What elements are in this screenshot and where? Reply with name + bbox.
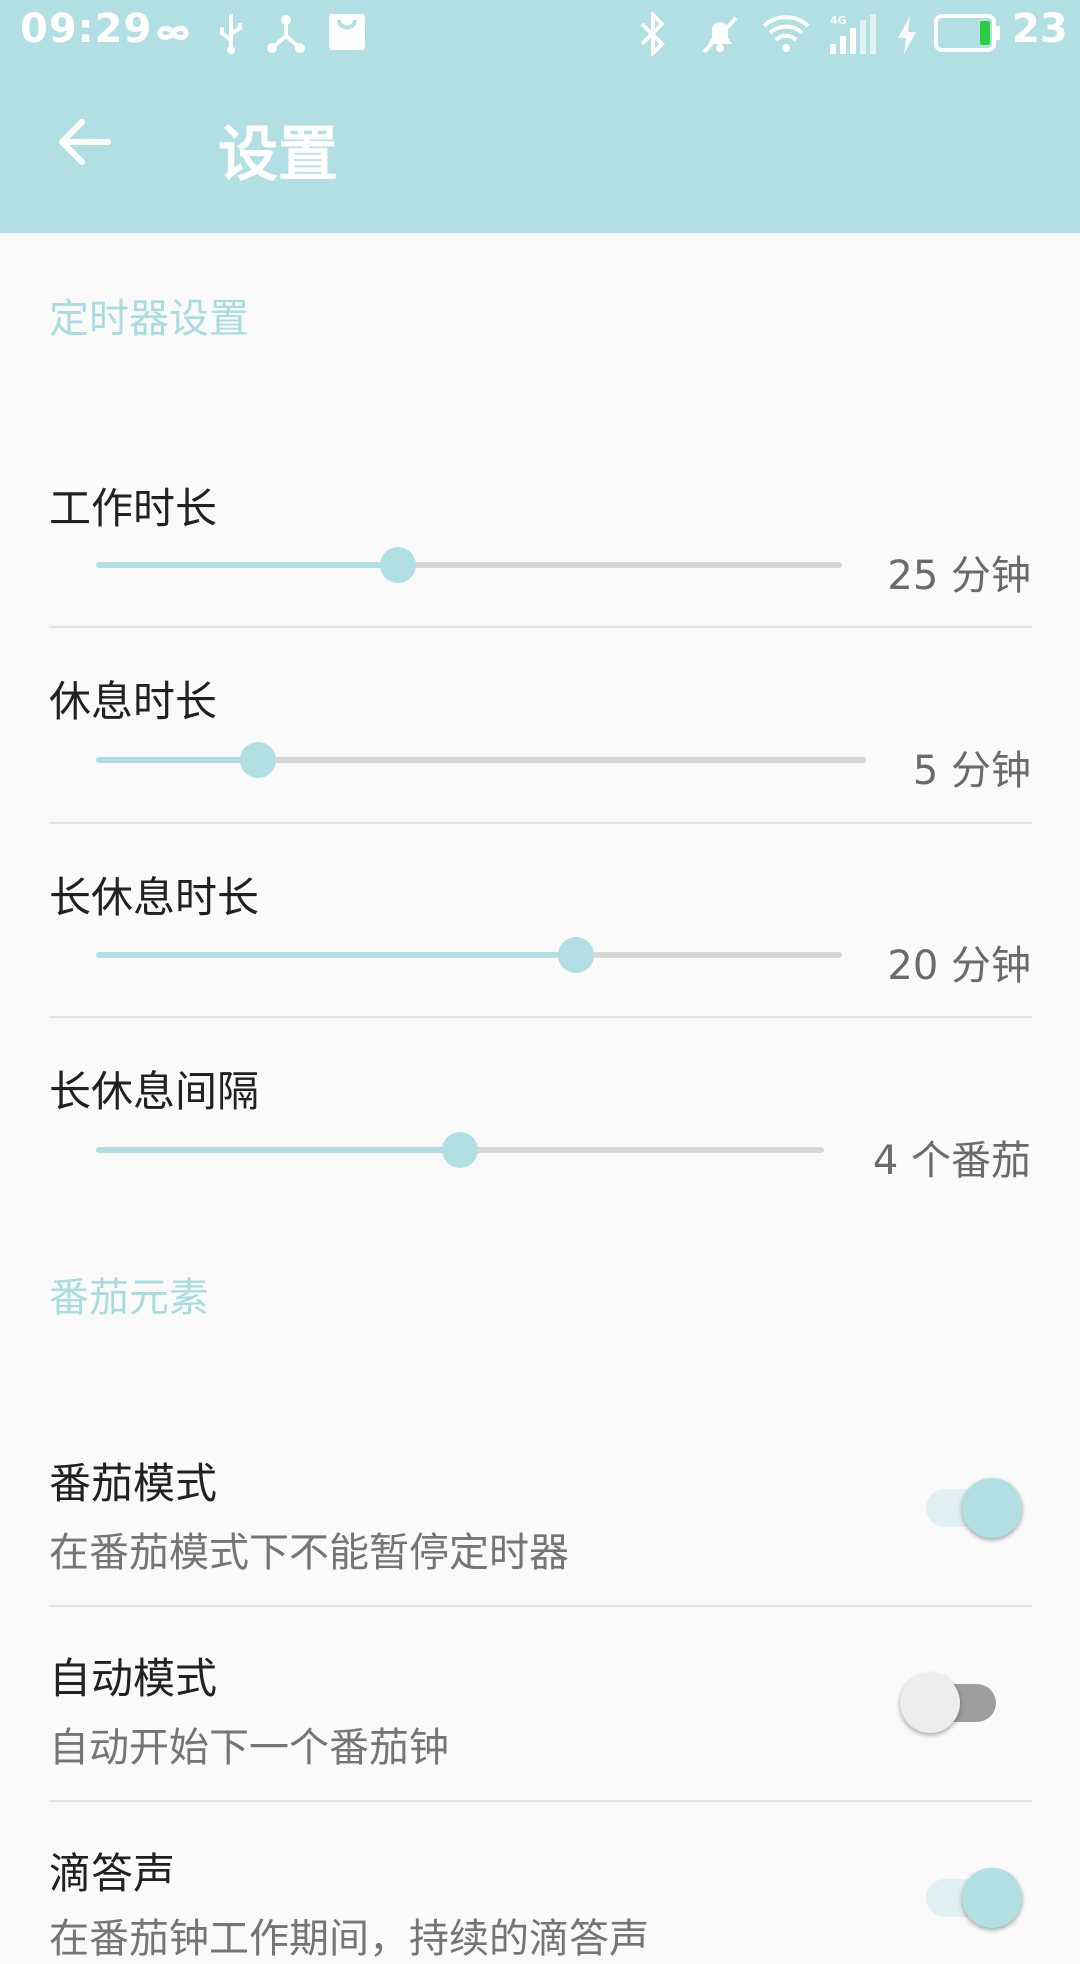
notifications-off-icon (702, 16, 738, 54)
slider-thumb[interactable] (240, 742, 276, 778)
auto-mode-description: 自动开始下一个番茄钟 (49, 1725, 449, 1771)
battery-percent: 23 (1012, 6, 1068, 52)
section-header-tomato: 番茄元素 (49, 1275, 209, 1321)
ticking-sound-switch[interactable] (924, 1868, 1024, 1928)
divider (49, 822, 1032, 824)
switch-thumb (962, 1868, 1022, 1928)
break-duration-slider[interactable] (96, 742, 866, 778)
battery-icon (934, 14, 1000, 52)
wifi-icon (762, 15, 810, 52)
switch-thumb (962, 1478, 1022, 1538)
divider (49, 1016, 1032, 1018)
long-break-interval-value: 4 个番茄 (872, 1138, 1031, 1184)
slider-thumb[interactable] (442, 1132, 478, 1168)
break-duration-label: 休息时长 (49, 677, 218, 726)
slider-fill (96, 757, 258, 763)
ticking-sound-description: 在番茄钟工作期间，持续的滴答声 (49, 1916, 649, 1962)
work-duration-slider[interactable] (96, 547, 842, 583)
usb-icon (220, 14, 242, 54)
shopping-bag-icon (329, 14, 365, 50)
long-break-interval-slider[interactable] (96, 1132, 824, 1168)
infinity-icon (157, 26, 189, 40)
page-title: 设置 (218, 120, 338, 190)
section-header-timer: 定时器设置 (49, 296, 249, 342)
bluetooth-icon (640, 12, 665, 56)
tomato-mode-switch[interactable] (924, 1478, 1024, 1538)
slider-thumb[interactable] (558, 937, 594, 973)
slider-fill (96, 952, 576, 958)
auto-mode-switch[interactable] (900, 1673, 1000, 1733)
back-arrow-icon[interactable] (54, 112, 114, 172)
status-bar: 09:29 4G 23 (0, 0, 1080, 66)
work-duration-value: 25 分钟 (887, 553, 1031, 599)
slider-thumb[interactable] (380, 547, 416, 583)
share-icon (267, 15, 305, 53)
status-time: 09:29 (20, 6, 153, 52)
break-duration-value: 5 分钟 (912, 748, 1031, 794)
tomato-mode-description: 在番茄模式下不能暂停定时器 (49, 1530, 569, 1576)
ticking-sound-label: 滴答声 (49, 1849, 176, 1898)
long-break-duration-value: 20 分钟 (887, 943, 1031, 989)
long-break-duration-label: 长休息时长 (49, 873, 260, 922)
divider (49, 1605, 1032, 1607)
charging-icon (898, 16, 916, 54)
work-duration-label: 工作时长 (49, 484, 218, 533)
tomato-mode-label: 番茄模式 (49, 1459, 218, 1508)
divider (49, 626, 1032, 628)
signal-4g-icon: 4G (830, 14, 876, 54)
app-toolbar: 设置 (0, 66, 1080, 233)
switch-thumb (900, 1673, 960, 1733)
slider-fill (96, 562, 398, 568)
long-break-interval-label: 长休息间隔 (49, 1067, 260, 1116)
divider (49, 1800, 1032, 1802)
auto-mode-label: 自动模式 (49, 1654, 218, 1703)
slider-fill (96, 1147, 460, 1153)
long-break-duration-slider[interactable] (96, 937, 842, 973)
svg-text:4G: 4G (830, 14, 847, 27)
